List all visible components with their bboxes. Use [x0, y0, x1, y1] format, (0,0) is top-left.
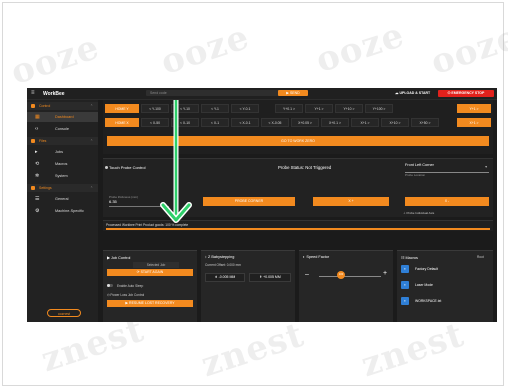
annotation-arrow	[160, 100, 192, 223]
